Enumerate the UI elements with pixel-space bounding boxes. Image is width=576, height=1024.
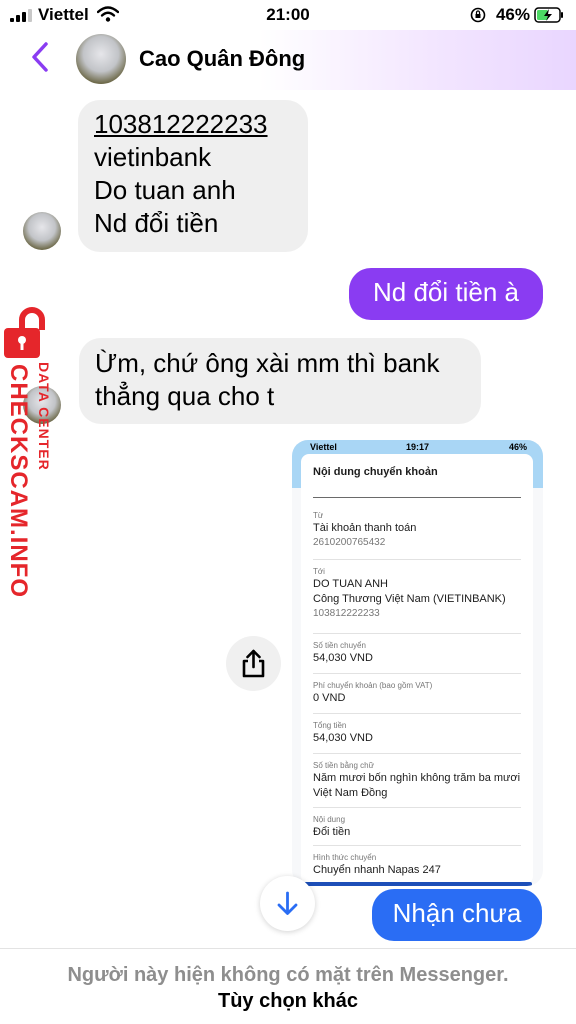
amount-label: Số tiền chuyển xyxy=(313,641,366,650)
account-number-link[interactable]: 103812222233 xyxy=(94,108,292,141)
fee-value: 0 VND xyxy=(313,692,346,704)
incoming-message-bubble[interactable]: 103812222233 vietinbank Do tuan anh Nd đ… xyxy=(78,100,308,252)
method-label: Hình thức chuyển xyxy=(313,853,377,862)
amount-words-label: Số tiền bằng chữ xyxy=(313,761,374,770)
outgoing-message-bubble[interactable]: Nhận chưa xyxy=(372,889,542,941)
sender-avatar[interactable] xyxy=(23,212,61,250)
bank-name-text: vietinbank xyxy=(94,142,212,172)
to-account: 103812222233 xyxy=(313,608,380,619)
fee-label: Phí chuyển khoản (bao gồm VAT) xyxy=(313,681,433,690)
divider xyxy=(313,497,521,498)
arrow-down-icon xyxy=(277,891,298,915)
transfer-note-text: Nd đổi tiền xyxy=(94,208,219,238)
orientation-lock-icon xyxy=(470,7,486,23)
receipt-row-amount-words: Số tiền bằng chữ Năm mươi bốn nghìn khôn… xyxy=(313,760,521,808)
total-value: 54,030 VND xyxy=(313,732,373,744)
status-bar: Viettel 21:00 46% xyxy=(0,0,576,30)
contact-name[interactable]: Cao Quân Đông xyxy=(139,46,305,72)
watermark-text: CHECKSCAM.INFO xyxy=(5,364,32,598)
watermark-subtext: DATA CENTER xyxy=(36,362,52,471)
receipt-row-method: Hình thức chuyển Chuyển nhanh Napas 247 xyxy=(313,852,521,882)
share-button[interactable] xyxy=(226,636,281,691)
to-label: Tới xyxy=(313,567,325,576)
amount-value: 54,030 VND xyxy=(313,652,373,664)
transfer-receipt-card: Nội dung chuyển khoản Từ Tài khoản thanh… xyxy=(301,454,533,884)
attachment-battery: 46% xyxy=(508,442,527,452)
more-options-link[interactable]: Tùy chọn khác xyxy=(0,990,576,1013)
receipt-row-content: Nội dung Đổi tiền xyxy=(313,814,521,846)
receipt-row-fee: Phí chuyển khoản (bao gồm VAT) 0 VND xyxy=(313,680,521,714)
attachment-bottom-bar xyxy=(304,882,532,886)
receipt-row-to: Tới DO TUAN ANH Công Thương Việt Nam (VI… xyxy=(313,566,521,634)
attachment-status-bar: Viettel 19:17 46% xyxy=(292,440,543,454)
receipt-title: Nội dung chuyển khoản xyxy=(313,466,438,478)
from-label: Từ xyxy=(313,511,324,520)
content-value: Đổi tiền xyxy=(313,826,351,838)
outgoing-message-bubble[interactable]: Nd đổi tiền à xyxy=(349,268,543,320)
battery-charging-icon xyxy=(534,7,563,23)
scroll-to-bottom-button[interactable] xyxy=(260,876,315,931)
method-value: Chuyển nhanh Napas 247 xyxy=(313,864,441,876)
clock: 21:00 xyxy=(266,5,310,24)
share-icon xyxy=(242,649,265,678)
from-value: Tài khoản thanh toán xyxy=(313,522,417,534)
recipient-name-text: Do tuan anh xyxy=(94,175,236,205)
battery-percentage: 46% xyxy=(495,5,530,24)
receipt-row-amount: Số tiền chuyển 54,030 VND xyxy=(313,640,521,674)
contact-avatar[interactable] xyxy=(76,34,126,84)
total-label: Tổng tiền xyxy=(313,721,347,730)
receipt-row-from: Từ Tài khoản thanh toán 2610200765432 xyxy=(313,510,521,560)
incoming-message-bubble[interactable]: Ừm, chứ ông xài mm thì bank thẳng qua ch… xyxy=(79,338,481,424)
divider xyxy=(0,948,576,949)
shared-image-attachment[interactable]: Viettel 19:17 46% Nội dung chuyển khoản … xyxy=(292,440,543,886)
attachment-clock: 19:17 xyxy=(405,442,430,452)
to-bank: Công Thương Việt Nam (VIETINBANK) xyxy=(313,593,506,605)
from-account: 2610200765432 xyxy=(313,537,386,548)
unavailable-notice: Người này hiện không có mặt trên Messeng… xyxy=(67,964,509,986)
chat-header: Cao Quân Đông xyxy=(0,30,576,90)
content-label: Nội dung xyxy=(313,815,346,824)
to-name: DO TUAN ANH xyxy=(313,578,388,590)
watermark-lock-icon xyxy=(4,307,45,358)
back-chevron-icon[interactable] xyxy=(28,40,54,74)
amount-words-value: Năm mươi bốn nghìn không trăm ba mươi Vi… xyxy=(313,772,521,799)
receipt-row-total: Tổng tiền 54,030 VND xyxy=(313,720,521,754)
